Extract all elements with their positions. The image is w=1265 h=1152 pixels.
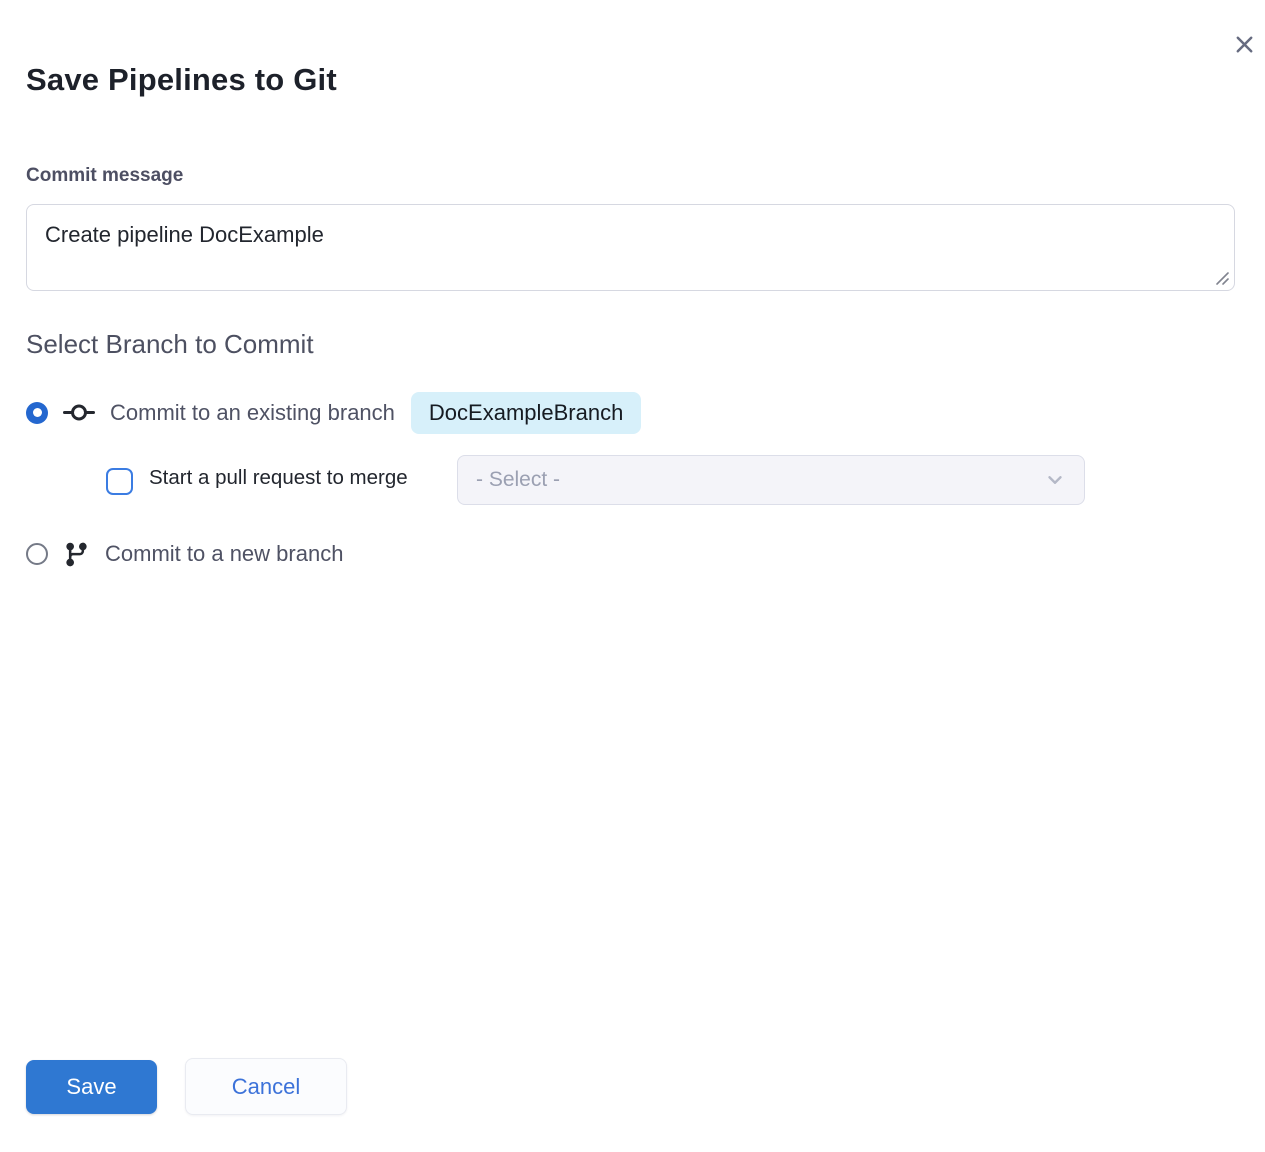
radio-existing-branch[interactable] [26, 402, 48, 424]
close-icon [1233, 33, 1256, 61]
merge-target-select-value: - Select - [476, 468, 1044, 492]
close-button[interactable] [1230, 33, 1258, 61]
commit-message-input[interactable]: Create pipeline DocExample [26, 204, 1235, 291]
cancel-button[interactable]: Cancel [185, 1058, 347, 1115]
pull-request-row: Start a pull request to merge - Select - [0, 455, 1265, 505]
pull-request-label[interactable]: Start a pull request to merge [149, 466, 408, 490]
merge-target-select[interactable]: - Select - [457, 455, 1085, 505]
save-button[interactable]: Save [26, 1060, 157, 1114]
chevron-down-icon [1044, 469, 1066, 491]
existing-branch-label[interactable]: Commit to an existing branch [110, 400, 395, 426]
commit-message-label: Commit message [26, 165, 183, 187]
option-existing-branch: Commit to an existing branch DocExampleB… [26, 391, 641, 434]
radio-new-branch[interactable] [26, 543, 48, 565]
dialog-title: Save Pipelines to Git [26, 62, 337, 98]
resize-handle-icon[interactable] [1214, 270, 1230, 286]
new-branch-label[interactable]: Commit to a new branch [105, 541, 343, 567]
branch-name-badge: DocExampleBranch [411, 392, 641, 434]
option-new-branch: Commit to a new branch [26, 538, 343, 570]
radio-dot [33, 408, 42, 417]
select-branch-heading: Select Branch to Commit [26, 329, 314, 360]
git-commit-icon [63, 397, 95, 429]
pull-request-checkbox[interactable] [106, 468, 133, 495]
git-branch-icon [63, 541, 90, 568]
